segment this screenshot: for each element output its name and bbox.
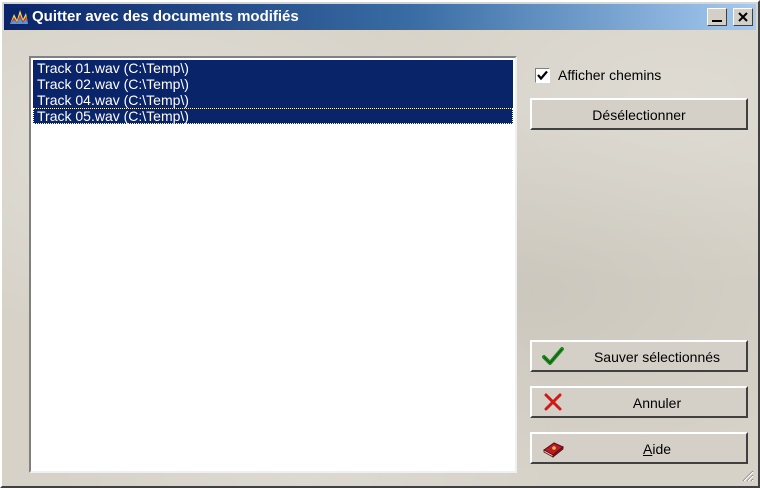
resize-grip-icon[interactable] <box>740 468 754 482</box>
save-selected-button[interactable]: Sauver sélectionnés <box>530 340 748 372</box>
cancel-label: Annuler <box>632 395 682 411</box>
title-bar[interactable]: Quitter avec des documents modifiés <box>4 4 756 30</box>
help-book-icon <box>543 442 564 458</box>
minimize-button[interactable] <box>707 8 727 26</box>
waveform-app-icon <box>9 8 29 26</box>
close-button[interactable] <box>733 8 753 26</box>
help-button[interactable]: Aide <box>530 432 748 464</box>
minimize-icon <box>712 20 722 22</box>
show-paths-label[interactable]: Afficher chemins <box>558 67 661 84</box>
show-paths-checkbox[interactable] <box>535 68 550 83</box>
red-x-icon <box>544 393 562 411</box>
list-item[interactable]: Track 05.wav (C:\Temp\) <box>33 108 513 124</box>
deselect-button[interactable]: Désélectionner <box>530 98 748 130</box>
dialog-window: Quitter avec des documents modifiés Trac… <box>0 0 760 488</box>
list-item[interactable]: Track 02.wav (C:\Temp\) <box>33 76 513 92</box>
close-icon <box>738 12 748 22</box>
documents-list[interactable]: Track 01.wav (C:\Temp\) Track 02.wav (C:… <box>29 56 517 473</box>
help-label: Aide <box>642 441 672 457</box>
cancel-button[interactable]: Annuler <box>530 386 748 418</box>
list-item[interactable]: Track 04.wav (C:\Temp\) <box>33 92 513 108</box>
window-title: Quitter avec des documents modifiés <box>32 8 299 25</box>
checkmark-icon <box>537 70 548 81</box>
green-check-icon <box>542 347 564 365</box>
deselect-button-label: Désélectionner <box>592 107 686 123</box>
save-selected-label: Sauver sélectionnés <box>593 349 721 365</box>
list-item[interactable]: Track 01.wav (C:\Temp\) <box>33 60 513 76</box>
